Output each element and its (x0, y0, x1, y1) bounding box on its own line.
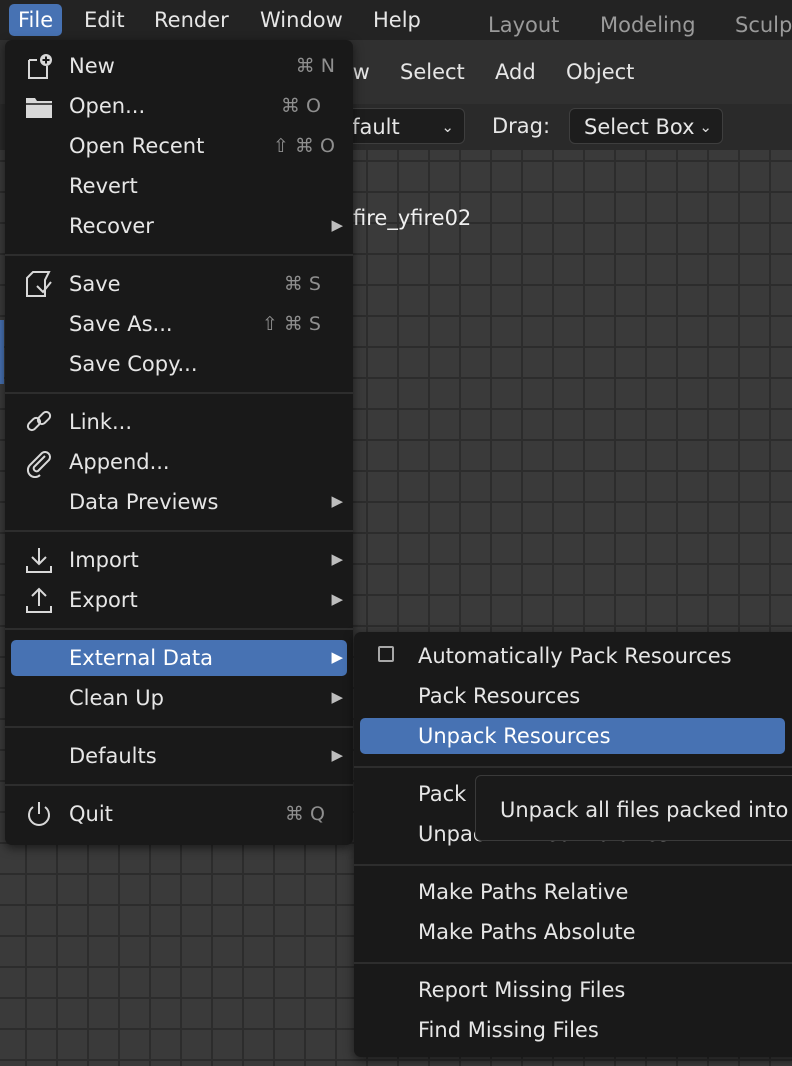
menu-item-new[interactable]: New ⌘ N (11, 48, 347, 84)
toolbar-active-indicator (0, 320, 4, 384)
submenu-arrow-icon: ▶ (331, 648, 343, 666)
menu-separator (5, 254, 353, 256)
workspace-tab-layout[interactable]: Layout (488, 10, 559, 40)
menu-item-link[interactable]: Link... (11, 404, 347, 440)
menu-item-data-previews[interactable]: Data Previews ▶ (11, 484, 347, 520)
folder-icon (26, 98, 52, 118)
submenu-arrow-icon: ▶ (331, 492, 343, 510)
save-icon (26, 271, 52, 297)
menu-file[interactable]: File (9, 4, 63, 36)
workspace-tab-sculpting[interactable]: Sculp (735, 10, 792, 40)
menu-separator (5, 392, 353, 394)
menu-item-save-copy[interactable]: Save Copy... (11, 346, 347, 382)
menu-item-clean-up[interactable]: Clean Up ▶ (11, 680, 347, 716)
menu-select[interactable]: Select (400, 60, 465, 84)
menu-separator (5, 784, 353, 786)
menu-separator (354, 962, 792, 964)
menu-item-import[interactable]: Import ▶ (11, 542, 347, 578)
menu-separator (5, 628, 353, 630)
workspace-tab-modeling[interactable]: Modeling (600, 10, 696, 40)
file-menu: New ⌘ N Open... ⌘ O Open Recent ⇧ ⌘ O Re… (5, 40, 353, 845)
menu-help[interactable]: Help (364, 4, 430, 36)
menu-item-quit[interactable]: Quit ⌘ Q (11, 796, 347, 832)
menu-item-auto-pack-resources[interactable]: Automatically Pack Resources (360, 638, 792, 674)
menu-item-make-paths-absolute[interactable]: Make Paths Absolute (360, 914, 792, 950)
tooltip: Unpack all files packed into (475, 775, 792, 841)
menu-item-pack-resources[interactable]: Pack Resources (360, 678, 792, 714)
menu-separator (354, 766, 792, 768)
menu-item-report-missing-files[interactable]: Report Missing Files (360, 972, 792, 1008)
drag-dropdown[interactable]: Select Box ⌄ (569, 108, 723, 144)
menu-item-save-as[interactable]: Save As... ⇧ ⌘ S (11, 306, 347, 342)
drag-label: Drag: (492, 114, 551, 138)
menu-edit[interactable]: Edit (75, 4, 134, 36)
auto-pack-checkbox[interactable] (378, 646, 394, 662)
submenu-arrow-icon: ▶ (331, 688, 343, 706)
menu-add[interactable]: Add (495, 60, 536, 84)
menu-object[interactable]: Object (566, 60, 634, 84)
menu-render[interactable]: Render (145, 4, 238, 36)
menu-item-unpack-resources[interactable]: Unpack Resources (360, 718, 785, 754)
menu-item-external-data[interactable]: External Data ▶ (11, 640, 347, 676)
menu-item-open[interactable]: Open... ⌘ O (11, 88, 347, 124)
menu-item-save[interactable]: Save ⌘ S (11, 266, 347, 302)
top-bar: File Edit Render Window Help Layout Mode… (0, 0, 792, 40)
chevron-down-icon: ⌄ (441, 118, 454, 136)
menu-separator (5, 530, 353, 532)
external-data-submenu: Automatically Pack Resources Pack Resour… (354, 632, 792, 1057)
menu-item-make-paths-relative[interactable]: Make Paths Relative (360, 874, 792, 910)
tooltip-text: Unpack all files packed into (500, 798, 789, 822)
new-file-icon (28, 54, 52, 79)
menu-item-append[interactable]: Append... (11, 444, 347, 480)
drag-value: Select Box (584, 115, 695, 139)
power-icon (28, 802, 50, 826)
import-icon (26, 548, 52, 573)
paperclip-icon (26, 451, 51, 478)
menu-item-export[interactable]: Export ▶ (11, 582, 347, 618)
menu-separator (5, 726, 353, 728)
submenu-arrow-icon: ▶ (331, 746, 343, 764)
menu-item-find-missing-files[interactable]: Find Missing Files (360, 1012, 792, 1048)
menu-item-recover[interactable]: Recover ▶ (11, 208, 347, 244)
object-name-overlay: fire_yfire02 (353, 206, 472, 230)
submenu-arrow-icon: ▶ (331, 550, 343, 568)
menu-item-defaults[interactable]: Defaults ▶ (11, 738, 347, 774)
menu-item-revert[interactable]: Revert (11, 168, 347, 204)
export-icon (26, 587, 52, 613)
menu-item-open-recent[interactable]: Open Recent ⇧ ⌘ O (11, 128, 347, 164)
submenu-arrow-icon: ▶ (331, 590, 343, 608)
chevron-down-icon: ⌄ (699, 118, 712, 136)
menu-window[interactable]: Window (251, 4, 352, 36)
link-icon (26, 410, 52, 432)
submenu-arrow-icon: ▶ (331, 216, 343, 234)
menu-separator (354, 864, 792, 866)
